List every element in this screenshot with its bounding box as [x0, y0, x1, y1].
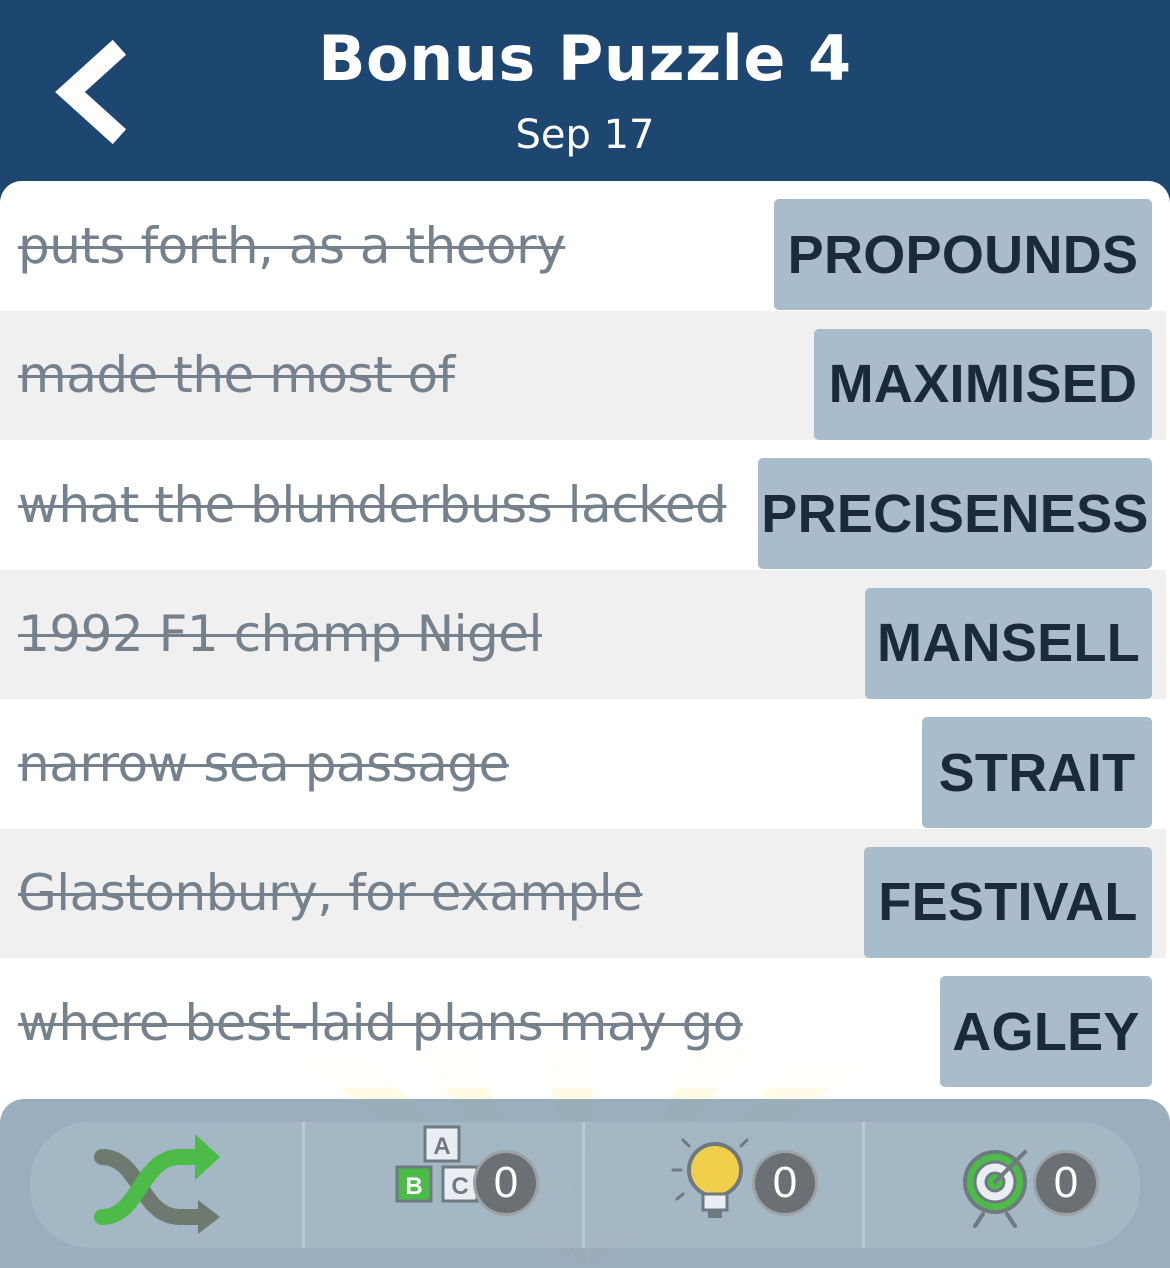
abc-blocks-icon: A B C — [395, 1125, 479, 1203]
clue-row: what the blunderbuss lacked PRECISENESS — [0, 440, 1166, 570]
clue-text: 1992 F1 champ Nigel — [18, 605, 542, 664]
answer-tile[interactable]: PROPOUNDS — [774, 199, 1152, 310]
clue-text: where best-laid plans may go — [18, 993, 743, 1052]
target-button[interactable]: 0 — [865, 1122, 1140, 1248]
answer-tile[interactable]: FESTIVAL — [864, 846, 1152, 958]
answer-tile[interactable]: PRECISENESS — [758, 458, 1152, 569]
block-letter-a: A — [433, 1133, 450, 1160]
lightbulb-icon — [671, 1138, 749, 1218]
target-count-badge: 0 — [1033, 1150, 1099, 1216]
answer-tile[interactable]: MAXIMISED — [814, 328, 1152, 440]
clue-row: narrow sea passage STRAIT — [0, 699, 1166, 829]
clue-list: puts forth, as a theory PROPOUNDS made t… — [0, 181, 1166, 1088]
block-letter-c: C — [451, 1173, 468, 1200]
clue-row: 1992 F1 champ Nigel MANSELL — [0, 569, 1166, 699]
clue-text: made the most of — [18, 346, 455, 405]
clue-row: puts forth, as a theory PROPOUNDS — [0, 181, 1166, 311]
clue-text: puts forth, as a theory — [18, 216, 566, 275]
page-title: Bonus Puzzle 4 — [318, 22, 852, 95]
shuffle-button[interactable] — [30, 1122, 302, 1248]
clue-text: what the blunderbuss lacked — [18, 475, 727, 534]
hint-count-badge: 0 — [752, 1150, 818, 1216]
block-letter-b: B — [405, 1173, 422, 1200]
clue-text: Glastonbury, for example — [18, 864, 643, 923]
clue-row: Glastonbury, for example FESTIVAL — [0, 828, 1166, 958]
puzzle-date: Sep 17 — [515, 112, 655, 158]
clue-row: where best-laid plans may go AGLEY — [0, 958, 1166, 1088]
answer-tile[interactable]: MANSELL — [865, 587, 1152, 699]
answer-tile[interactable]: STRAIT — [922, 717, 1152, 828]
hint-button[interactable]: 0 — [585, 1122, 862, 1248]
clue-text: narrow sea passage — [18, 734, 509, 793]
app-window: Bonus Puzzle 4 Sep 17 puts forth, as a t… — [0, 0, 1170, 1268]
header-bar: Bonus Puzzle 4 Sep 17 — [0, 0, 1170, 185]
shuffle-icon — [94, 1134, 220, 1234]
bottom-toolbar: A B C 0 0 0 — [0, 1099, 1170, 1268]
clue-panel: puts forth, as a theory PROPOUNDS made t… — [0, 181, 1170, 1268]
letters-count-badge: 0 — [473, 1150, 539, 1216]
answer-tile[interactable]: AGLEY — [940, 976, 1152, 1087]
reveal-letter-button[interactable]: A B C 0 — [305, 1122, 582, 1248]
clue-row: made the most of MAXIMISED — [0, 310, 1166, 440]
